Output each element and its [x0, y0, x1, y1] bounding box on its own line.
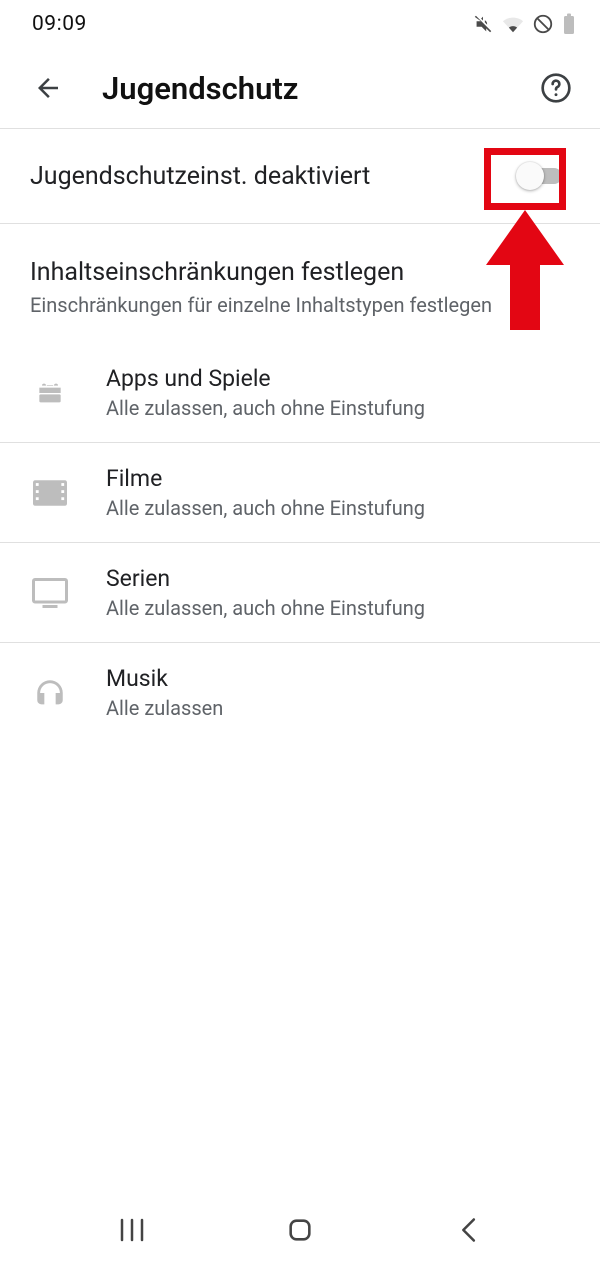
list-item-subtitle: Alle zulassen [106, 696, 576, 720]
parental-toggle-switch[interactable] [516, 161, 568, 191]
tv-icon [30, 573, 70, 613]
list-item-title: Musik [106, 665, 576, 692]
help-icon [540, 72, 572, 104]
list-item-title: Apps und Spiele [106, 365, 576, 392]
nav-back-icon [457, 1216, 479, 1244]
list-item-subtitle: Alle zulassen, auch ohne Einstufung [106, 396, 576, 420]
movie-icon [30, 473, 70, 513]
section-subtitle: Einschränkungen für einzelne Inhaltstype… [30, 293, 570, 317]
list-item-subtitle: Alle zulassen, auch ohne Einstufung [106, 596, 576, 620]
parental-toggle-row[interactable]: Jugendschutzeinst. deaktiviert [0, 129, 600, 223]
section-title: Inhaltseinschränkungen festlegen [30, 258, 570, 287]
list-item-movies[interactable]: Filme Alle zulassen, auch ohne Einstufun… [0, 443, 600, 542]
list-item-title: Filme [106, 465, 576, 492]
home-icon [286, 1216, 314, 1244]
app-bar: Jugendschutz [0, 48, 600, 128]
arrow-back-icon [33, 73, 63, 103]
page-title: Jugendschutz [102, 70, 534, 107]
wifi-icon [502, 13, 524, 35]
mute-icon [472, 13, 494, 35]
system-nav-bar [0, 1194, 600, 1266]
recents-icon [117, 1217, 147, 1243]
list-item-music[interactable]: Musik Alle zulassen [0, 643, 600, 742]
switch-thumb [516, 162, 544, 190]
nav-recents-button[interactable] [102, 1200, 162, 1260]
help-button[interactable] [534, 66, 578, 110]
music-icon [30, 673, 70, 713]
nav-home-button[interactable] [270, 1200, 330, 1260]
apps-icon [30, 373, 70, 413]
list-item-apps[interactable]: Apps und Spiele Alle zulassen, auch ohne… [0, 343, 600, 442]
nav-back-button[interactable] [438, 1200, 498, 1260]
list-item-subtitle: Alle zulassen, auch ohne Einstufung [106, 496, 576, 520]
status-icons [472, 13, 576, 35]
list-item-series[interactable]: Serien Alle zulassen, auch ohne Einstufu… [0, 543, 600, 642]
list-item-title: Serien [106, 565, 576, 592]
back-button[interactable] [26, 66, 70, 110]
parental-toggle-label: Jugendschutzeinst. deaktiviert [30, 162, 370, 191]
section-content-restrictions: Inhaltseinschränkungen festlegen Einschr… [0, 224, 600, 343]
status-bar: 09:09 [0, 0, 600, 48]
status-time: 09:09 [32, 12, 87, 36]
no-sim-icon [532, 13, 554, 35]
battery-icon [562, 13, 576, 35]
